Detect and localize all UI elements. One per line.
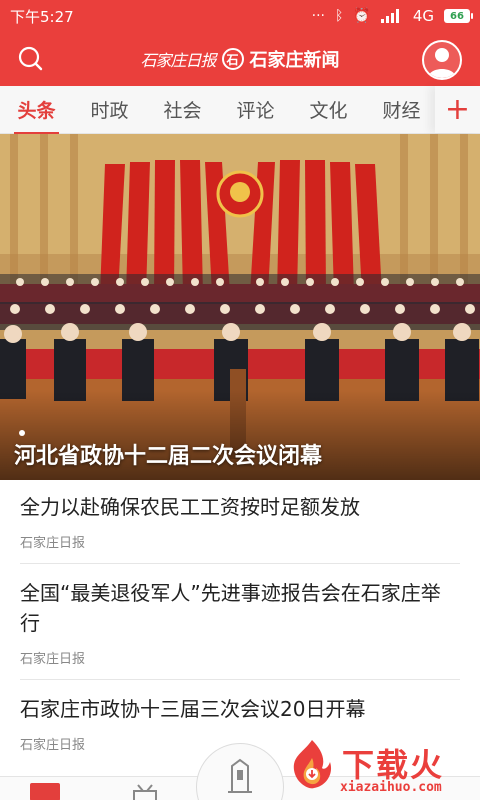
tab-finance[interactable]: 财经	[365, 96, 438, 123]
user-avatar-button[interactable]	[422, 40, 462, 80]
building-icon	[228, 758, 252, 793]
tab-headline[interactable]: 头条	[0, 96, 73, 135]
search-button[interactable]	[16, 44, 46, 74]
category-tabs: 头条 时政 社会 评论 文化 财经 +	[0, 86, 480, 135]
battery-level: 66	[450, 10, 464, 22]
tv-nav-icon[interactable]	[130, 783, 160, 800]
signal-icon	[380, 9, 403, 23]
app-logo: 石家庄日报 石 石家庄新闻	[140, 46, 340, 72]
search-icon	[18, 46, 43, 71]
news-list: 全力以赴确保农民工工资按时足额发放 石家庄日报 全国“最美退役军人”先进事迹报告…	[0, 480, 480, 765]
tab-commentary[interactable]: 评论	[219, 96, 292, 123]
watermark: 下载火 xiazaihuo.com	[284, 736, 474, 798]
status-bar: 下午5:27 ··· ᛒ ⏰ 4G 66	[0, 0, 480, 32]
tab-politics[interactable]: 时政	[73, 96, 146, 123]
network-type: 4G	[412, 7, 434, 25]
battery-icon: 66	[444, 9, 473, 23]
home-nav-icon[interactable]	[30, 783, 60, 800]
more-icon: ···	[311, 8, 325, 24]
tab-society[interactable]: 社会	[146, 96, 219, 123]
app-header: 石家庄日报 石 石家庄新闻	[0, 32, 480, 86]
tab-culture[interactable]: 文化	[292, 96, 365, 123]
tv-icon	[133, 784, 157, 800]
news-source: 石家庄日报	[20, 648, 460, 680]
news-title: 石家庄市政协十三届三次会议20日开幕	[20, 697, 366, 721]
news-item[interactable]: 全力以赴确保农民工工资按时足额发放 石家庄日报	[0, 480, 480, 564]
flame-logo-icon	[293, 740, 332, 789]
hero-banner[interactable]: 河北省政协十二届二次会议闭幕	[0, 134, 480, 480]
watermark-url: xiazaihuo.com	[340, 780, 442, 795]
add-tab-button[interactable]: +	[435, 86, 480, 133]
logo-name: 石家庄新闻	[249, 50, 340, 71]
news-source: 石家庄日报	[20, 532, 460, 564]
logo-mark: 石	[221, 48, 244, 70]
news-item[interactable]: 全国“最美退役军人”先进事迹报告会在石家庄举行 石家庄日报	[0, 564, 480, 680]
user-icon	[428, 48, 456, 78]
status-icons: ··· ᛒ ⏰ 4G 66	[311, 7, 473, 25]
status-time: 下午5:27	[10, 7, 74, 26]
hero-caption: 河北省政协十二届二次会议闭幕	[14, 444, 323, 469]
news-title: 全国“最美退役军人”先进事迹报告会在石家庄举行	[20, 581, 441, 635]
carousel-indicator[interactable]	[19, 430, 25, 436]
logo-calligraphy: 石家庄日报	[140, 51, 216, 70]
bluetooth-icon: ᛒ	[334, 8, 344, 24]
news-title: 全力以赴确保农民工工资按时足额发放	[20, 495, 360, 519]
alarm-icon: ⏰	[353, 8, 371, 24]
